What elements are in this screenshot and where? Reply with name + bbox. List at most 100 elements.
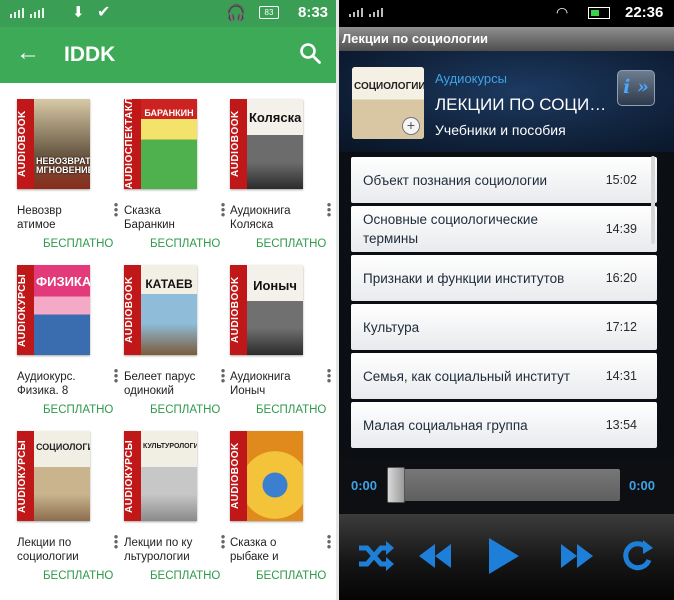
book-cover[interactable]: AUDIOКУРСЫ КУЛЬТУРОЛОГИИ xyxy=(124,431,197,521)
playlist-item-title: Объект познания социологии xyxy=(363,172,548,188)
book-price: БЕСПЛАТНО xyxy=(256,404,327,416)
cover-spine: AUDIOСПЕКТАКЛЬ xyxy=(124,99,141,189)
book-price: БЕСПЛАТНО xyxy=(256,238,327,250)
cover-title: НЕВОЗВРАТИМОЕ МГНОВЕНИЕ xyxy=(36,156,90,175)
book-cover[interactable]: AUDIOBOOK Коляска xyxy=(230,99,303,189)
track-title: ЛЕКЦИИ ПО СОЦИОЛОГИИ xyxy=(435,95,615,114)
rewind-icon[interactable] xyxy=(415,536,455,576)
playlist-item-duration: 15:02 xyxy=(605,173,637,187)
playlist-item[interactable]: Культура 17:12 xyxy=(351,304,657,350)
overflow-menu-icon[interactable]: • • • xyxy=(220,198,226,221)
overflow-menu-icon[interactable]: • • • xyxy=(113,530,119,553)
cover-spine: AUDIOBOOK xyxy=(124,265,141,355)
playlist-item-duration: 16:20 xyxy=(605,271,637,285)
now-playing-header: СОЦИОЛОГИИ + Аудиокурсы ЛЕКЦИИ ПО СОЦИОЛ… xyxy=(339,51,674,152)
book-cover[interactable]: AUDIOBOOK Ионыч xyxy=(230,265,303,355)
playlist-item-title: Основные социологические термины xyxy=(363,212,538,246)
book-title: Лекции по ку льтурологии xyxy=(124,537,193,563)
book-title: Аудиокурс. Физика. 8 xyxy=(17,371,76,397)
window-title: Лекции по социологии xyxy=(339,27,674,51)
info-button[interactable]: i » xyxy=(617,70,655,106)
overflow-menu-icon[interactable]: • • • xyxy=(326,530,332,553)
repeat-icon[interactable] xyxy=(617,536,657,576)
add-icon[interactable]: + xyxy=(402,117,420,135)
cover-title: БАРАНКИН xyxy=(144,108,194,118)
overflow-menu-icon[interactable]: • • • xyxy=(326,198,332,221)
total-time: 0:00 xyxy=(629,478,656,493)
app-bar: ← IDDK xyxy=(0,27,336,83)
store-screen: ⬇ ✔ 🎧 83 8:33 ← IDDK AUDIOBOOK НЕВОЗВРАТ… xyxy=(0,0,336,600)
playlist-item[interactable]: Основные социологические термины 14:39 xyxy=(351,206,657,252)
book-cover[interactable]: AUDIOBOOK xyxy=(230,431,303,521)
playlist-item-title: Малая социальная группа xyxy=(363,417,528,433)
player-screen: ◠ 22:36 Лекции по социологии СОЦИОЛОГИИ … xyxy=(339,0,674,600)
seek-bar: 0:00 0:00 xyxy=(339,458,674,514)
status-bar: ⬇ ✔ 🎧 83 8:33 xyxy=(0,0,336,27)
overflow-menu-icon[interactable]: • • • xyxy=(326,364,332,387)
book-cover[interactable]: AUDIOКУРСЫ ФИЗИКА xyxy=(17,265,90,355)
playlist-item[interactable]: Признаки и функции институтов 16:20 xyxy=(351,255,657,301)
fast-forward-icon[interactable] xyxy=(557,536,597,576)
playlist-item-duration: 17:12 xyxy=(605,320,637,334)
book-price: БЕСПЛАТНО xyxy=(43,570,114,582)
book-cover[interactable]: AUDIOКУРСЫ СОЦИОЛОГИИ xyxy=(17,431,90,521)
cover-spine: AUDIOBOOK xyxy=(230,265,247,355)
book-title: Лекции по социологии xyxy=(17,537,79,563)
playlist-item-duration: 14:31 xyxy=(605,369,637,383)
seek-track[interactable] xyxy=(388,469,620,501)
thumbnail-title: СОЦИОЛОГИИ xyxy=(354,81,424,92)
cover-spine: AUDIOКУРСЫ xyxy=(124,431,141,521)
checkmark-icon: ✔ xyxy=(97,4,111,21)
elapsed-time: 0:00 xyxy=(351,478,378,493)
overflow-menu-icon[interactable]: • • • xyxy=(220,530,226,553)
playlist-scrollbar[interactable] xyxy=(651,156,655,244)
headphones-icon: 🎧 xyxy=(226,5,246,22)
cover-spine: AUDIOBOOK xyxy=(230,99,247,189)
track-category[interactable]: Аудиокурсы xyxy=(435,71,507,86)
book-title: Аудиокнига Ионыч xyxy=(230,371,291,397)
playlist-item-title: Семья, как социальный институт xyxy=(363,368,571,384)
signal-icon xyxy=(10,8,44,18)
status-time: 8:33 xyxy=(298,4,329,21)
book-title: Невозвр атимое xyxy=(17,205,62,231)
book-title: Сказка Баранкин xyxy=(124,205,175,231)
playlist-item-duration: 13:54 xyxy=(605,418,637,432)
cover-spine: AUDIOКУРСЫ xyxy=(17,431,34,521)
book-title: Аудиокнига Коляска xyxy=(230,205,291,231)
playlist-item[interactable]: Семья, как социальный институт 14:31 xyxy=(351,353,657,399)
track-subtitle: Учебники и пособия xyxy=(435,122,566,138)
book-cover[interactable]: AUDIOСПЕКТАКЛЬ БАРАНКИН xyxy=(124,99,197,189)
signal-icon xyxy=(349,8,383,17)
book-cover[interactable]: AUDIOBOOK КАТАЕВ xyxy=(124,265,197,355)
download-icon: ⬇ xyxy=(72,4,85,21)
book-title: Сказка о рыбаке и xyxy=(230,537,279,563)
cover-title: Ионыч xyxy=(253,278,297,293)
book-price: БЕСПЛАТНО xyxy=(150,404,221,416)
cover-title: СОЦИОЛОГИИ xyxy=(36,442,90,452)
battery-icon xyxy=(588,7,610,19)
overflow-menu-icon[interactable]: • • • xyxy=(113,198,119,221)
player-controls xyxy=(339,514,674,600)
cover-spine: AUDIOBOOK xyxy=(17,99,34,189)
overflow-menu-icon[interactable]: • • • xyxy=(220,364,226,387)
overflow-menu-icon[interactable]: • • • xyxy=(113,364,119,387)
search-icon[interactable] xyxy=(298,41,322,65)
back-arrow-icon[interactable]: ← xyxy=(16,41,40,65)
book-cover[interactable]: AUDIOBOOK НЕВОЗВРАТИМОЕ МГНОВЕНИЕ xyxy=(17,99,90,189)
cover-title: Коляска xyxy=(249,110,302,125)
book-price: БЕСПЛАТНО xyxy=(43,238,114,250)
play-icon[interactable] xyxy=(481,534,525,578)
seek-handle[interactable] xyxy=(387,467,405,503)
status-bar: ◠ 22:36 xyxy=(339,0,674,27)
cover-spine: AUDIOКУРСЫ xyxy=(17,265,34,355)
battery-icon: 83 xyxy=(259,6,279,19)
playlist-item[interactable]: Объект познания социологии 15:02 xyxy=(351,157,657,203)
shuffle-icon[interactable] xyxy=(355,536,395,576)
playlist-item-title: Признаки и функции институтов xyxy=(363,270,565,286)
playlist-item[interactable]: Малая социальная группа 13:54 xyxy=(351,402,657,448)
cover-title: ФИЗИКА xyxy=(36,274,90,289)
playlist-item-title: Культура xyxy=(363,319,420,335)
album-thumbnail[interactable]: СОЦИОЛОГИИ + xyxy=(352,67,424,139)
book-title: Белеет парус одинокий xyxy=(124,371,196,397)
playlist-item-duration: 14:39 xyxy=(605,222,637,236)
